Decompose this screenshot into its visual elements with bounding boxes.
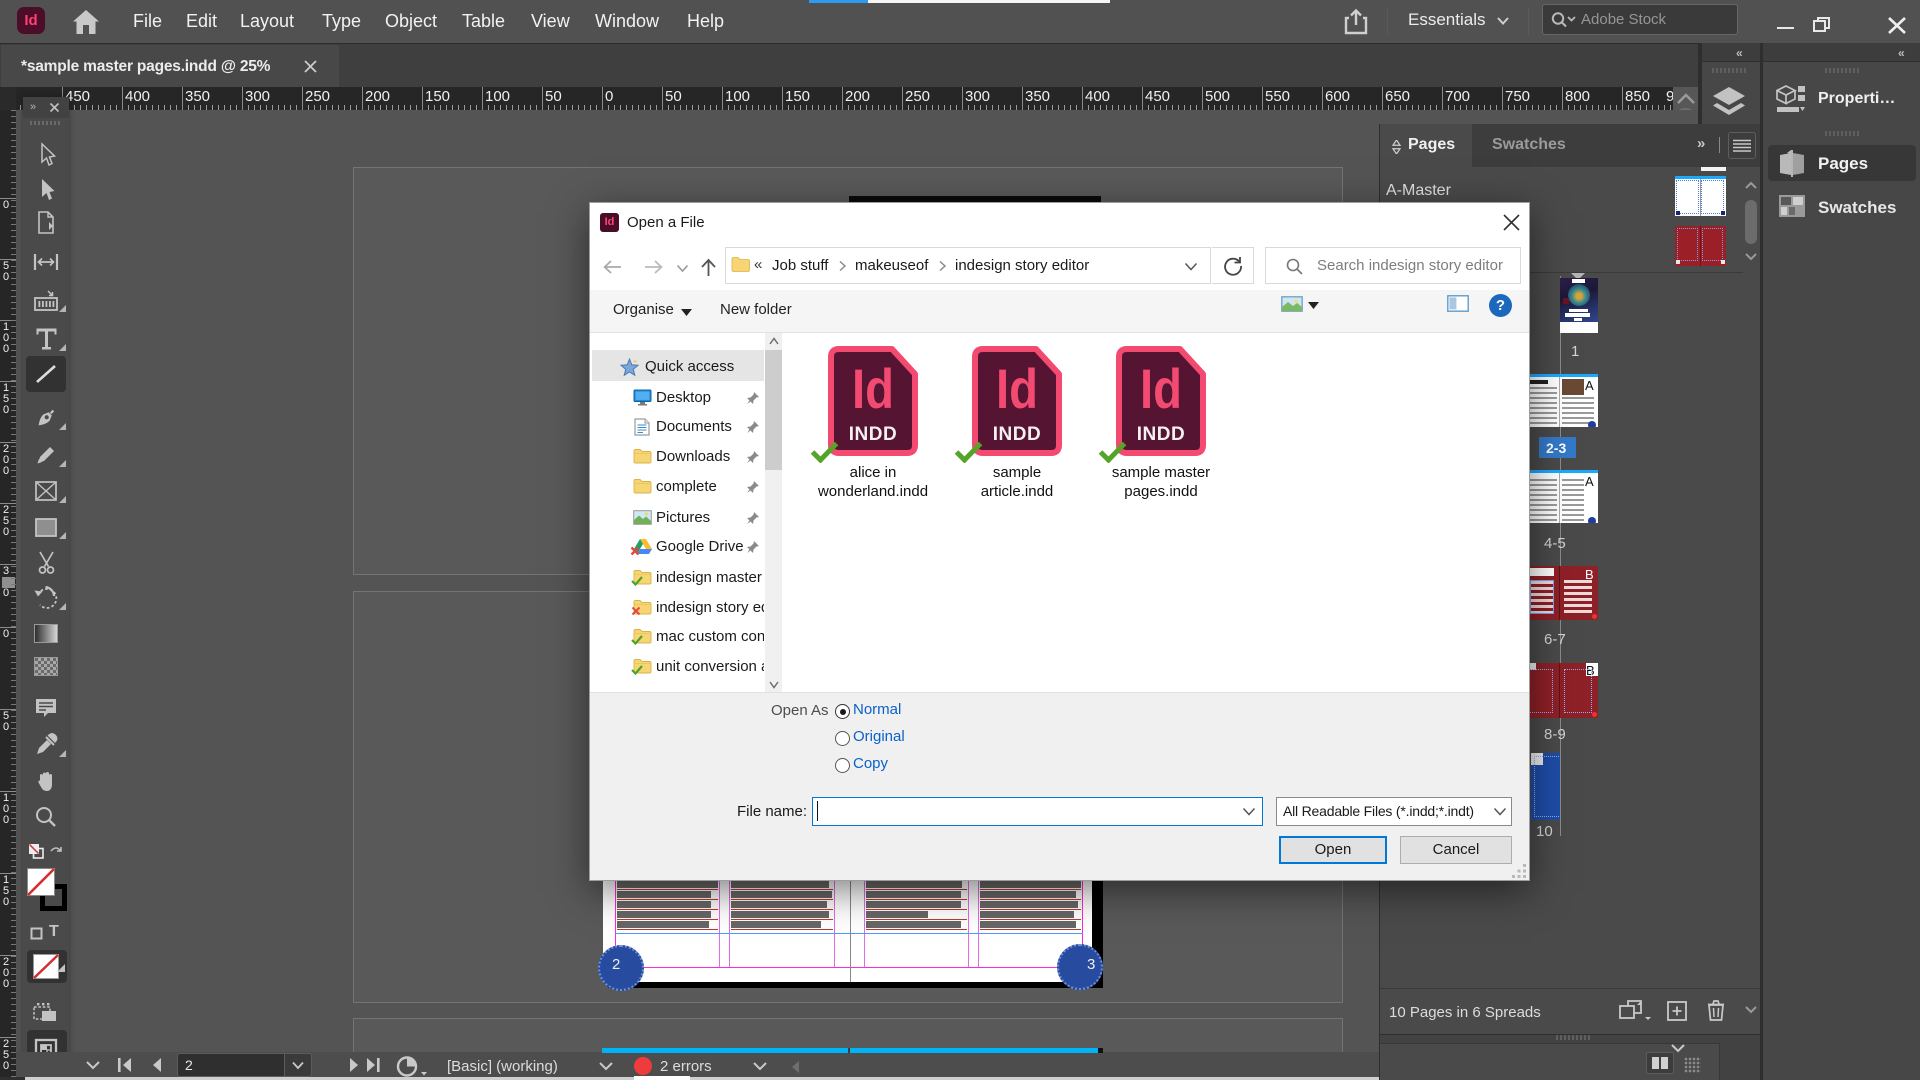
svg-text:INDD: INDD (849, 424, 897, 445)
svg-text:INDD: INDD (993, 424, 1041, 445)
svg-text:Id: Id (1140, 357, 1182, 420)
svg-text:Id: Id (852, 357, 894, 420)
svg-text:INDD: INDD (1137, 424, 1185, 445)
svg-text:Id: Id (996, 357, 1038, 420)
